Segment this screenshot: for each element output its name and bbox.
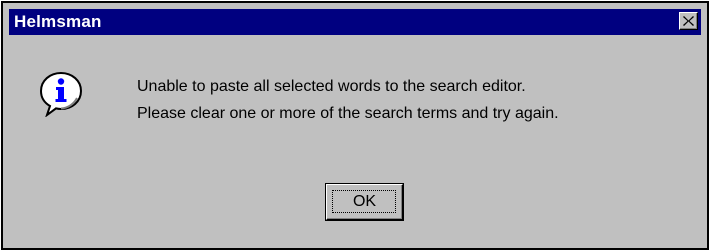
title-bar[interactable]: Helmsman [9, 9, 701, 35]
ok-button-label: OK [352, 193, 377, 210]
close-icon [683, 16, 694, 26]
window-title: Helmsman [14, 12, 102, 31]
info-icon [39, 71, 83, 117]
close-button[interactable] [679, 12, 698, 30]
message-line-1: Unable to paste all selected words to th… [137, 78, 526, 95]
message-line-2: Please clear one or more of the search t… [137, 105, 559, 122]
ok-button[interactable]: OK [325, 183, 404, 221]
message-text: Unable to paste all selected words to th… [137, 73, 697, 127]
message-dialog: Helmsman Unable to paste all selected wo… [1, 1, 709, 250]
